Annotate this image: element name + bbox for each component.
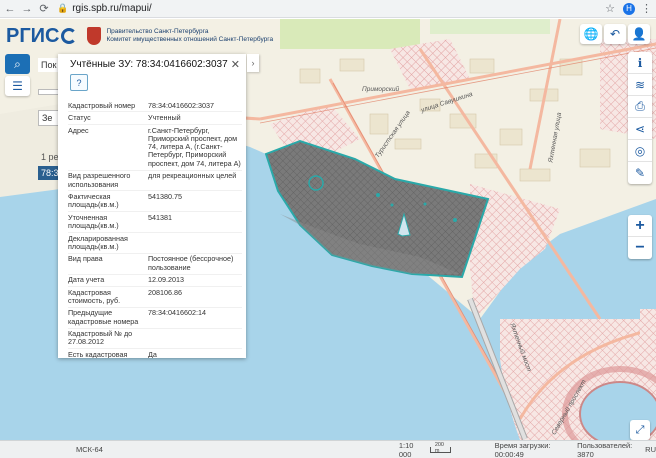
zoom-in-button[interactable]: +	[628, 215, 652, 237]
url-text: rgis.spb.ru/mapui/	[72, 3, 152, 14]
attribute-key: Дата учета	[68, 275, 105, 285]
spb-emblem-icon	[86, 27, 101, 45]
government-caption: Правительство Санкт-Петербурга Комитет и…	[106, 28, 274, 43]
rgis-logo: РГИС	[6, 25, 77, 48]
attribute-row: Статус Учтенный	[68, 112, 242, 125]
attribute-value: 208106.86	[148, 287, 182, 297]
scale-bar-label: 200 m	[434, 441, 444, 454]
status-bar: МСК-64 1:10 000 200 m Время загрузки: 00…	[0, 440, 656, 458]
attribute-value: 541380.75	[148, 192, 182, 202]
layers-icon[interactable]: ≋	[628, 74, 652, 96]
info-icon[interactable]: ℹ	[628, 52, 652, 74]
menu-icon[interactable]: ☰	[5, 76, 30, 96]
user-icon[interactable]: 👤	[628, 24, 650, 44]
attribute-value: Да	[148, 349, 157, 358]
close-icon[interactable]: ✕	[231, 58, 240, 71]
parcel-attributes-table: Кадастровый номер 78:34:0416602:3037 Стату…	[68, 100, 242, 358]
undo-icon[interactable]: ↶	[604, 24, 626, 44]
browser-toolbar: ← → ⟳ 🔒 rgis.spb.ru/mapui/ ☆ H ⋮	[0, 0, 656, 18]
attribute-row: Дата учета 12.09.2013	[68, 275, 242, 288]
attribute-row: Адрес г.Санкт-Петербург, Приморский просп…	[68, 125, 242, 171]
right-tool-stack: ℹ ≋ ⎙ ⋖ ◎ ✎	[628, 52, 652, 184]
attribute-key: Вид разрешенного использования	[68, 171, 131, 189]
lock-icon: 🔒	[57, 3, 69, 13]
reload-icon[interactable]: ⟳	[37, 2, 51, 16]
attribute-row: Есть кадастровая съёмка? Да	[68, 349, 242, 358]
attribute-key: Фактическая площадь(кв.м.)	[68, 192, 119, 210]
collapse-panel-chevron-icon[interactable]: ›	[247, 54, 259, 72]
attribute-row: Фактическая площадь(кв.м.) 541380.75	[68, 191, 242, 213]
language-switch[interactable]: RU	[645, 445, 656, 454]
attribute-key: Предыдущие кадастровые номера	[68, 308, 139, 326]
attribute-row: Декларированная площадь(кв.м.)	[68, 233, 242, 254]
attribute-key: Кадастровый № до 27.08.2012	[68, 329, 133, 347]
load-time: Время загрузки: 00:00:49	[494, 440, 551, 458]
share-icon[interactable]: ⋖	[628, 118, 652, 140]
globe-icon[interactable]: 🌐	[580, 24, 602, 44]
map-scale: 1:10 000	[398, 440, 414, 458]
browser-menu-icon[interactable]: ⋮	[641, 2, 652, 15]
attribute-key: Статус	[68, 113, 91, 123]
print-icon[interactable]: ⎙	[628, 96, 652, 118]
panel-title: Учтённые ЗУ: 78:34:0416602:3037	[70, 58, 228, 70]
attribute-value: 12.09.2013	[148, 275, 184, 285]
address-bar[interactable]: 🔒 rgis.spb.ru/mapui/	[57, 2, 605, 15]
help-icon[interactable]: ?	[70, 74, 88, 91]
attribute-value	[148, 235, 242, 252]
header-logos: РГИС Правительство Санкт-Петербурга Коми…	[0, 19, 330, 53]
attribute-key: Уточненная площадь(кв.м.)	[68, 212, 119, 231]
attribute-key: Кадастровый номер	[68, 100, 136, 110]
crs-selector[interactable]: МСК-64	[76, 445, 103, 454]
attribute-value: г.Санкт-Петербург, Приморский проспект, …	[148, 125, 241, 168]
map-label-primorsky: Приморский	[362, 86, 400, 93]
attribute-key: Вид права	[68, 254, 103, 264]
attribute-value: 78:34:0416602:14	[148, 308, 206, 318]
attribute-value: Постоянное (бессрочное) пользование	[148, 254, 234, 272]
fullscreen-icon[interactable]: ⤢	[630, 420, 650, 440]
bookmark-star-icon[interactable]: ☆	[605, 2, 615, 15]
attribute-row: Кадастровый номер 78:34:0416602:3037	[68, 100, 242, 113]
measure-pencil-icon[interactable]: ✎	[628, 162, 652, 184]
profile-avatar[interactable]: H	[623, 2, 635, 15]
attribute-key: Декларированная площадь(кв.м.)	[68, 233, 128, 251]
attribute-value	[148, 330, 242, 347]
attribute-row: Кадастровая стоимость, руб. 208106.86	[68, 287, 242, 308]
attribute-value: Учтенный	[148, 113, 181, 123]
attribute-key: Есть кадастровая съёмка?	[68, 349, 128, 358]
attribute-row: Кадастровый № до 27.08.2012	[68, 329, 242, 350]
search-button[interactable]: ⌕	[5, 54, 30, 74]
attribute-row: Вид разрешенного использования для рекреа…	[68, 171, 242, 192]
attribute-value: 78:34:0416602:3037	[148, 100, 214, 110]
zoom-out-button[interactable]: −	[628, 237, 652, 259]
attribute-row: Предыдущие кадастровые номера 78:34:04166…	[68, 308, 242, 329]
parcel-info-panel: Учтённые ЗУ: 78:34:0416602:3037 ✕ ? Када…	[58, 54, 246, 358]
back-arrow-icon[interactable]: ←	[3, 2, 17, 16]
attribute-key: Кадастровая стоимость, руб.	[68, 287, 121, 305]
attribute-row: Уточненная площадь(кв.м.) 541381	[68, 212, 242, 233]
attribute-value: 541381	[148, 212, 172, 222]
scale-bar: 200 m	[429, 442, 451, 454]
gps-icon[interactable]: ◎	[628, 140, 652, 162]
top-right-toolbar: 🌐 ↶ 👤	[580, 24, 650, 44]
attribute-key: Адрес	[68, 125, 89, 135]
attribute-value: для рекреационных целей	[148, 171, 237, 181]
attribute-row: Вид права Постоянное (бессрочное) пользов…	[68, 254, 242, 275]
forward-arrow-icon[interactable]: →	[20, 2, 34, 16]
zoom-control: + −	[628, 215, 652, 259]
users-count: Пользователей: 3870	[577, 440, 633, 458]
